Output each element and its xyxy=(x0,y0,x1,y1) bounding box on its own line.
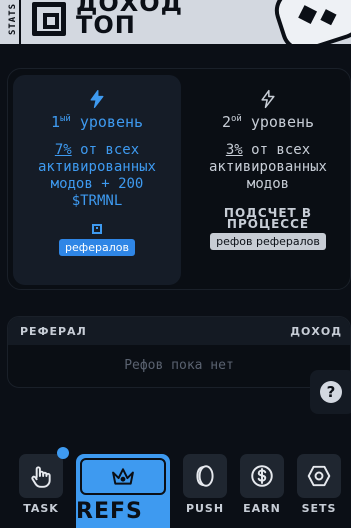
nav-task[interactable]: TASK xyxy=(19,447,69,515)
nav-sets[interactable]: SETS xyxy=(297,454,341,515)
referral-levels-panel: 1ый уровень 7% от всех активированных мо… xyxy=(7,68,351,290)
logo-line-2: ТОП xyxy=(76,11,136,39)
nav-push-label: PUSH xyxy=(185,502,225,515)
bolt-icon xyxy=(90,90,104,108)
coin-icon xyxy=(196,465,214,487)
hand-icon xyxy=(31,466,51,488)
referral-icon xyxy=(92,224,102,234)
stats-tab[interactable]: STATS xyxy=(5,0,21,44)
nav-refs-label: REFS xyxy=(76,499,143,524)
column-income: ДОХОД xyxy=(290,324,342,338)
dollar-icon xyxy=(251,465,273,487)
level-1-badge: рефералов xyxy=(59,239,135,256)
nav-task-label: TASK xyxy=(23,502,59,515)
level-1-description: 7% от всех активированных модов + 200 $T… xyxy=(37,142,156,209)
notification-dot xyxy=(57,447,69,459)
level-2-status: ПОДСЧЕТ В ПРОЦЕССЕ xyxy=(223,206,313,231)
referrals-empty-state: Рефов пока нет xyxy=(124,358,234,373)
nav-earn-label: EARN xyxy=(243,502,281,515)
help-button[interactable]: ? xyxy=(310,370,351,414)
logo-icon xyxy=(32,2,66,36)
column-referral: РЕФЕРАЛ xyxy=(20,324,87,338)
stats-tab-label: STATS xyxy=(8,2,18,36)
level-1-title: 1ый уровень xyxy=(50,113,144,131)
level-2-badge: рефов рефералов xyxy=(210,233,326,250)
mascot-icon xyxy=(269,0,351,44)
nav-push[interactable]: PUSH xyxy=(183,454,227,515)
question-icon: ? xyxy=(320,381,342,403)
level-1-card: 1ый уровень 7% от всех активированных мо… xyxy=(13,75,181,285)
level-2-description: 3% от всех активированных модов xyxy=(208,142,327,192)
level-1-percent: 7% xyxy=(54,142,72,158)
crown-icon xyxy=(112,467,134,485)
app-header: STATS ДОХОД ТОП xyxy=(0,0,351,44)
level-2-title: 2ой уровень xyxy=(221,113,315,131)
nav-sets-label: SETS xyxy=(301,502,337,515)
nav-earn[interactable]: EARN xyxy=(240,454,284,515)
logo-text: ДОХОД ТОП xyxy=(76,0,196,39)
level-2-card: 2ой уровень 3% от всех активированных мо… xyxy=(184,75,351,285)
level-2-percent: 3% xyxy=(225,142,243,158)
nav-refs[interactable]: REFS xyxy=(76,454,170,528)
gear-icon xyxy=(307,465,331,487)
referrals-table: РЕФЕРАЛ ДОХОД Рефов пока нет xyxy=(7,316,351,388)
referrals-table-header: РЕФЕРАЛ ДОХОД xyxy=(8,317,350,345)
bolt-icon xyxy=(261,89,275,109)
